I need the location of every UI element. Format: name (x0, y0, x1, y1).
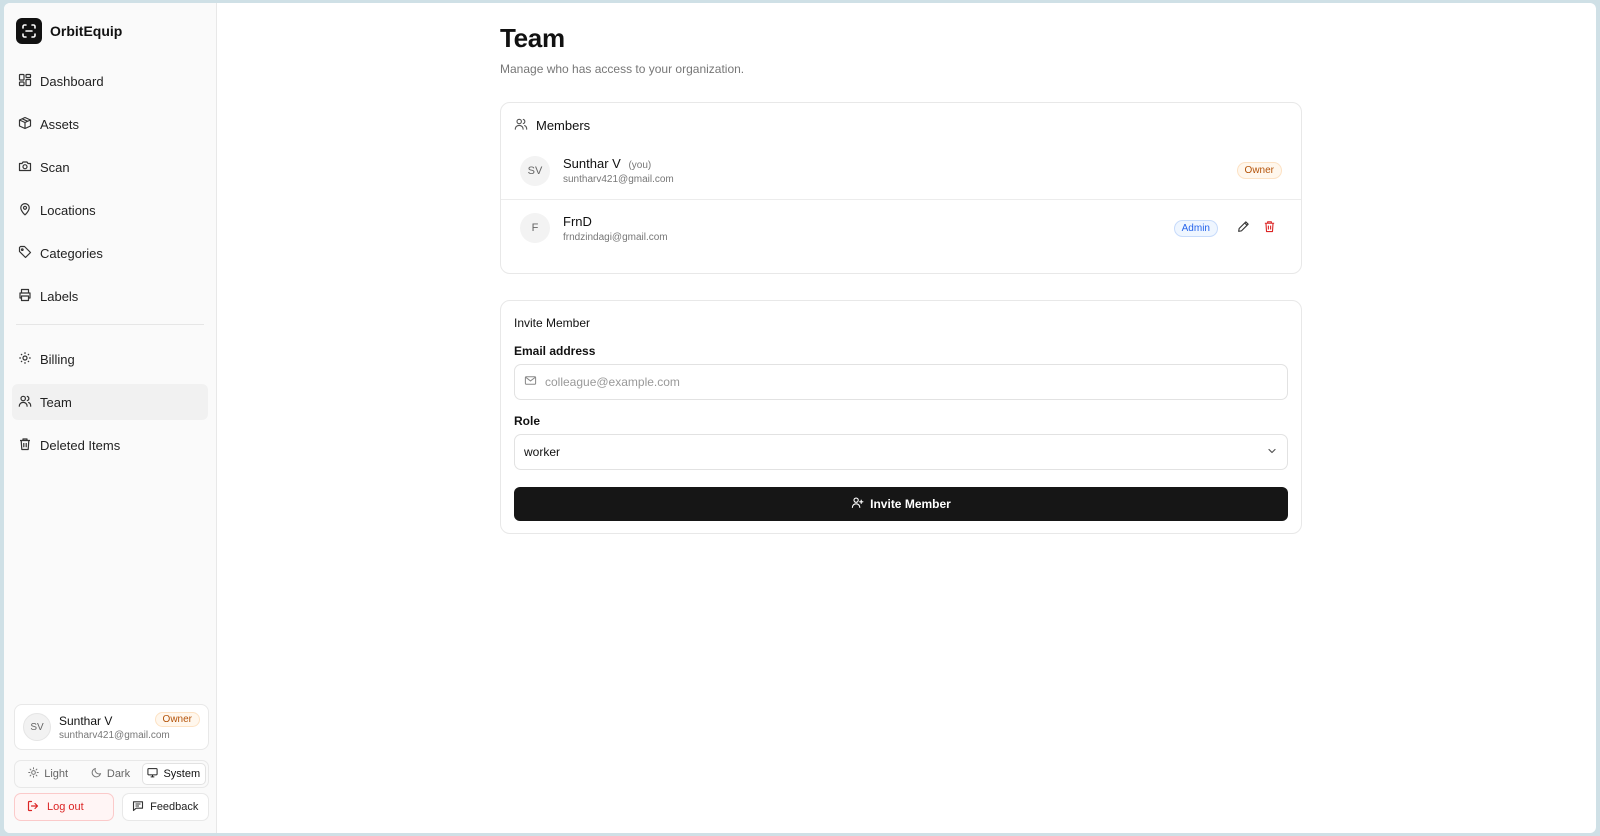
sidebar-item-deleted-items[interactable]: Deleted Items (12, 427, 208, 463)
trash-icon (1263, 220, 1276, 236)
avatar: SV (23, 713, 51, 741)
brand[interactable]: OrbitEquip (4, 3, 216, 45)
sidebar-item-locations[interactable]: Locations (12, 192, 208, 228)
you-label: (you) (628, 160, 652, 171)
role-select[interactable]: worker (514, 434, 1288, 470)
sidebar-item-scan[interactable]: Scan (12, 149, 208, 185)
current-user-card[interactable]: SV Sunthar V suntharv421@gmail.com Owner (14, 704, 209, 750)
users-icon (18, 394, 32, 411)
theme-system-button[interactable]: System (141, 763, 206, 785)
sidebar-item-label: Labels (40, 288, 79, 304)
member-info: FrnD frndzindagi@gmail.com (563, 214, 1174, 243)
scan-logo-icon (16, 17, 42, 44)
sidebar-item-label: Locations (40, 202, 96, 218)
moon-icon (91, 767, 102, 781)
pencil-icon (1237, 220, 1250, 236)
email-field (514, 364, 1288, 400)
sidebar-item-label: Team (40, 394, 72, 410)
member-row: F FrnD frndzindagi@gmail.com Admin (501, 199, 1301, 256)
map-pin-icon (18, 202, 32, 219)
invite-button-label: Invite Member (870, 497, 951, 511)
sidebar-nav: Dashboard Assets Scan Locations Categori… (4, 63, 216, 463)
mail-icon (524, 374, 537, 390)
sidebar-item-billing[interactable]: Billing (12, 341, 208, 377)
member-name: FrnD (563, 213, 592, 229)
role-label: Role (514, 414, 541, 428)
member-email: frndzindagi@gmail.com (563, 231, 668, 243)
sidebar-item-label: Billing (40, 351, 75, 367)
theme-light-button[interactable]: Light (17, 763, 79, 785)
message-square-icon (132, 800, 144, 815)
sidebar-footer: Log out Feedback (14, 793, 209, 821)
avatar: SV (520, 155, 550, 186)
role-badge: Owner (154, 712, 200, 727)
member-name: Sunthar V (563, 156, 621, 171)
sidebar-divider (16, 324, 204, 325)
user-plus-icon (851, 496, 864, 512)
members-header: Members (501, 103, 1301, 142)
members-title: Members (536, 118, 591, 133)
avatar: F (520, 213, 550, 243)
printer-icon (18, 288, 32, 305)
member-info: Sunthar V (you) suntharv421@gmail.com (563, 156, 1237, 185)
theme-system-label: System (163, 768, 201, 780)
member-email: suntharv421@gmail.com (563, 174, 674, 185)
monitor-icon (147, 767, 159, 781)
invite-title: Invite Member (514, 316, 591, 330)
edit-member-button[interactable] (1230, 215, 1256, 241)
feedback-label: Feedback (150, 801, 199, 813)
sidebar-item-label: Categories (40, 245, 103, 261)
user-email: suntharv421@gmail.com (59, 729, 170, 741)
theme-switcher: Light Dark System (14, 760, 209, 788)
page-title: Team (500, 23, 565, 53)
app-window: OrbitEquip Dashboard Assets Scan Locatio… (4, 3, 1596, 833)
role-badge: Admin (1173, 219, 1218, 237)
theme-dark-button[interactable]: Dark (79, 763, 141, 785)
sidebar-item-team[interactable]: Team (12, 384, 208, 420)
role-badge: Owner (1236, 162, 1282, 179)
sun-icon (28, 767, 40, 781)
invite-card: Invite Member Email address Role worker … (500, 300, 1302, 534)
logout-label: Log out (47, 801, 84, 813)
sidebar-item-label: Dashboard (40, 73, 104, 89)
logout-button[interactable]: Log out (14, 793, 114, 821)
users-icon (514, 117, 528, 134)
trash-icon (18, 437, 32, 454)
main-content: Team Manage who has access to your organ… (217, 3, 1596, 833)
chevron-down-icon (1266, 445, 1278, 460)
role-select-value: worker (524, 445, 561, 459)
gear-icon (18, 351, 32, 368)
sidebar: OrbitEquip Dashboard Assets Scan Locatio… (4, 3, 217, 833)
team-page: Team Manage who has access to your organ… (500, 23, 1302, 534)
member-actions (1230, 215, 1282, 241)
tag-icon (18, 245, 32, 262)
box-icon (18, 116, 32, 133)
sidebar-item-label: Scan (40, 159, 70, 175)
logout-icon (27, 800, 39, 815)
delete-member-button[interactable] (1256, 215, 1282, 241)
sidebar-item-assets[interactable]: Assets (12, 106, 208, 142)
camera-icon (18, 159, 32, 176)
theme-light-label: Light (44, 768, 69, 780)
theme-dark-label: Dark (106, 768, 131, 780)
brand-name: OrbitEquip (50, 22, 123, 39)
members-card: Members SV Sunthar V (you) suntharv421@g… (500, 102, 1302, 274)
invite-member-button[interactable]: Invite Member (514, 487, 1288, 521)
sidebar-item-dashboard[interactable]: Dashboard (12, 63, 208, 99)
dashboard-icon (18, 73, 32, 90)
feedback-button[interactable]: Feedback (121, 793, 209, 821)
sidebar-item-label: Assets (40, 116, 80, 132)
sidebar-item-categories[interactable]: Categories (12, 235, 208, 271)
member-row: SV Sunthar V (you) suntharv421@gmail.com… (501, 142, 1301, 199)
email-input[interactable] (545, 375, 1278, 389)
sidebar-item-label: Deleted Items (40, 437, 121, 453)
page-subtitle: Manage who has access to your organizati… (500, 62, 745, 76)
email-label: Email address (514, 344, 596, 358)
sidebar-item-labels[interactable]: Labels (12, 278, 208, 314)
